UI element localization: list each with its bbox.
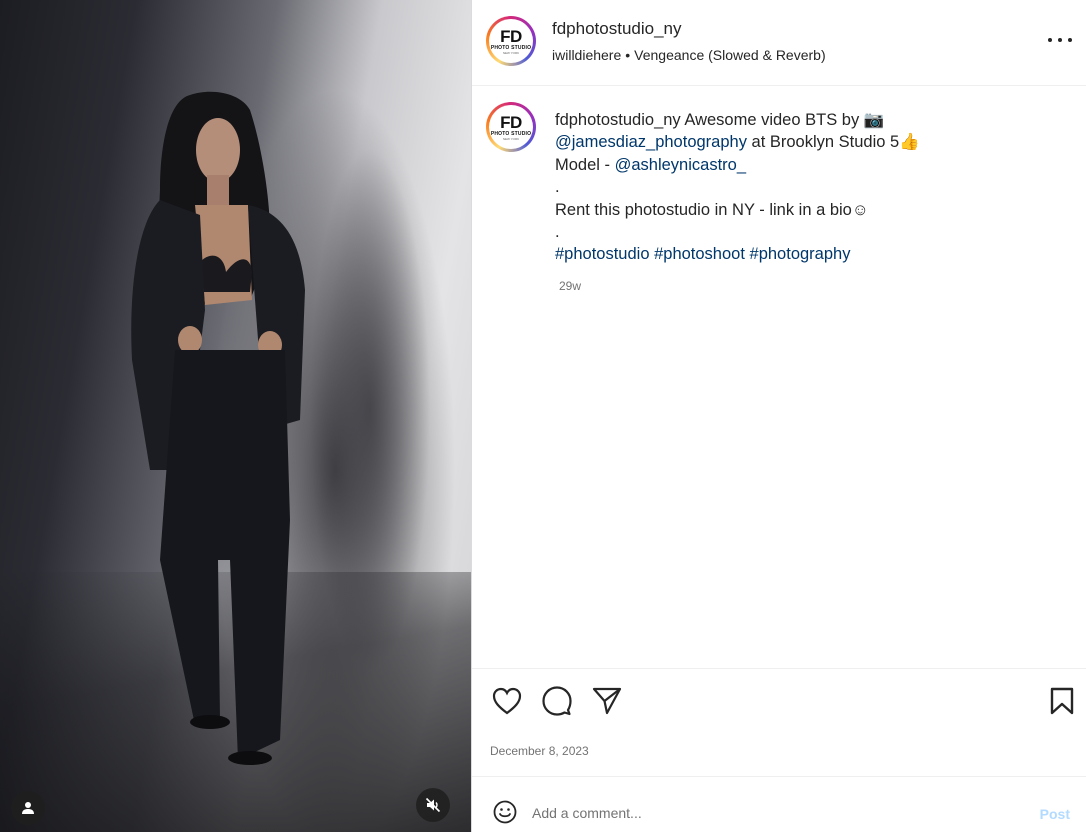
caption-author-avatar[interactable]: FD PHOTO STUDIO NEW YORK — [486, 102, 536, 152]
caption-text: fdphotostudio_ny Awesome video BTS by 📷 … — [555, 109, 1055, 266]
mention-photographer[interactable]: @jamesdiaz_photography — [555, 133, 747, 151]
mute-button[interactable] — [416, 788, 450, 822]
author-avatar[interactable]: FD PHOTO STUDIO NEW YORK — [486, 16, 536, 66]
audio-track[interactable]: Vengeance (Slowed & Reverb) — [634, 47, 825, 63]
hashtag-link[interactable]: #photoshoot — [654, 245, 745, 263]
audio-info[interactable]: iwilldiehere • Vengeance (Slowed & Reverb) — [552, 47, 826, 63]
caption-line2: at Brooklyn Studio 5👍 — [746, 133, 920, 152]
mention-model[interactable]: @ashleynicastro_ — [615, 156, 746, 174]
comment-input[interactable] — [532, 801, 1012, 825]
avatar-logo-text: FD — [500, 26, 522, 46]
caption-rent: Rent this photostudio in NY - link in a … — [555, 200, 869, 219]
post-date[interactable]: December 8, 2023 — [490, 744, 589, 758]
comment-button[interactable] — [541, 685, 573, 717]
audio-separator: • — [625, 47, 631, 63]
more-options-icon[interactable] — [1048, 30, 1072, 50]
caption-hashtags: #photostudio #photoshoot #photography — [555, 243, 1055, 265]
comment-bar: Post — [472, 776, 1086, 832]
audio-artist[interactable]: iwilldiehere — [552, 47, 621, 63]
post-media-video[interactable] — [0, 0, 471, 832]
bookmark-icon — [1050, 687, 1074, 715]
model-figure — [131, 91, 305, 765]
heart-icon — [492, 687, 522, 715]
post-details-panel: FD PHOTO STUDIO NEW YORK fdphotostudio_n… — [472, 0, 1086, 832]
action-bar: December 8, 2023 — [472, 668, 1086, 776]
like-button[interactable] — [491, 685, 523, 717]
post-header: FD PHOTO STUDIO NEW YORK fdphotostudio_n… — [472, 0, 1086, 86]
post-comment-button[interactable]: Post — [1040, 806, 1070, 822]
avatar-logo-subtext: PHOTO STUDIO — [490, 44, 532, 51]
paper-plane-icon — [592, 687, 622, 715]
caption-line1: Awesome video BTS by 📷 — [680, 111, 885, 129]
caption-time-ago[interactable]: 29w — [559, 279, 581, 293]
avatar-logo-tiny: NEW YORK — [502, 136, 520, 141]
author-username[interactable]: fdphotostudio_ny — [552, 19, 682, 39]
avatar-logo-subtext: PHOTO STUDIO — [490, 130, 532, 137]
comment-bubble-icon — [542, 686, 572, 716]
smiley-icon — [493, 800, 517, 824]
avatar-logo-text: FD — [500, 112, 522, 132]
hashtag-link[interactable]: #photostudio — [555, 245, 650, 263]
caption-dot: . — [555, 178, 560, 197]
share-button[interactable] — [591, 685, 623, 717]
user-tag-icon — [22, 802, 34, 814]
emoji-button[interactable] — [492, 799, 518, 825]
user-tag-button[interactable] — [11, 791, 45, 825]
avatar-logo-tiny: NEW YORK — [502, 50, 520, 55]
caption-dot: . — [555, 223, 560, 242]
save-button[interactable] — [1046, 685, 1078, 717]
muted-speaker-icon — [425, 797, 441, 813]
caption-model-label: Model - — [555, 155, 615, 174]
caption-username[interactable]: fdphotostudio_ny — [555, 111, 681, 129]
hashtag-link[interactable]: #photography — [750, 245, 851, 263]
